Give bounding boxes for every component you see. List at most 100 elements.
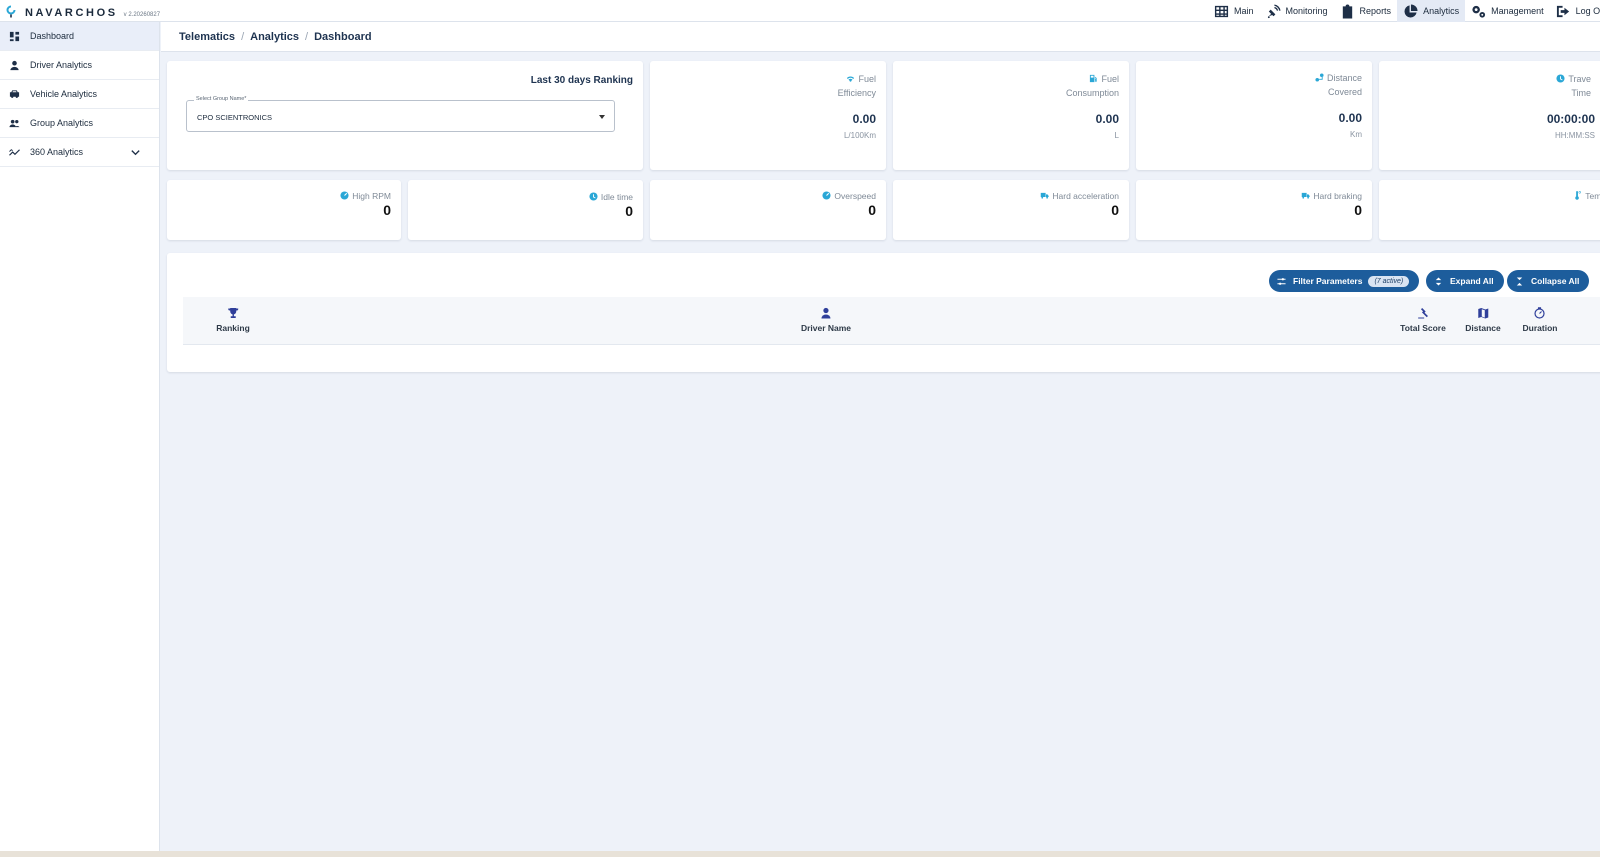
expand-all-button[interactable]: Expand All bbox=[1426, 270, 1504, 292]
metric-title-line2: Consumption bbox=[1065, 88, 1119, 98]
nav-analytics[interactable]: Analytics bbox=[1397, 0, 1466, 22]
breadcrumb: Telematics / Analytics / Dashboard bbox=[161, 22, 1600, 52]
column-total-score[interactable]: Total Score bbox=[1400, 307, 1446, 333]
truck-icon bbox=[1302, 192, 1310, 199]
breadcrumb-analytics[interactable]: Analytics bbox=[250, 31, 299, 43]
sidebar-item-driver-analytics[interactable]: Driver Analytics bbox=[0, 51, 159, 80]
nav-reports[interactable]: Reports bbox=[1334, 0, 1398, 22]
collapse-all-button[interactable]: Collapse All bbox=[1507, 270, 1590, 292]
nav-main[interactable]: Main bbox=[1208, 0, 1260, 22]
sidebar-item-group-analytics[interactable]: Group Analytics bbox=[0, 109, 159, 138]
table-header: Ranking Driver Name Total Score Distance… bbox=[183, 297, 1600, 345]
event-value: 0 bbox=[1111, 202, 1119, 218]
column-label: Ranking bbox=[216, 323, 250, 333]
sidebar-item-label: Group Analytics bbox=[30, 118, 94, 128]
nav-monitoring[interactable]: Monitoring bbox=[1260, 0, 1334, 22]
column-duration[interactable]: Duration bbox=[1522, 307, 1558, 333]
column-driver-name[interactable]: Driver Name bbox=[801, 307, 851, 333]
column-distance[interactable]: Distance bbox=[1465, 307, 1501, 333]
column-label: Distance bbox=[1465, 323, 1501, 333]
metric-card-distance-covered: Distance Covered 0.00 Km bbox=[1136, 61, 1372, 170]
event-label: Hard acceleration bbox=[1052, 191, 1119, 201]
column-label: Total Score bbox=[1400, 323, 1446, 333]
driver-ranking-table-card: Filter Parameters (7 active) Expand All … bbox=[167, 253, 1600, 372]
wifi-icon bbox=[847, 76, 855, 82]
app-name: NAVARCHOS bbox=[25, 7, 118, 19]
event-card-hard-acceleration: Hard acceleration 0 bbox=[893, 180, 1129, 240]
thermometer-icon bbox=[1575, 191, 1582, 200]
satellite-icon bbox=[1267, 3, 1281, 18]
person-icon bbox=[10, 60, 19, 70]
column-ranking[interactable]: Ranking bbox=[216, 307, 250, 333]
sidebar-item-label: Vehicle Analytics bbox=[30, 89, 98, 99]
stopwatch-icon bbox=[1534, 307, 1546, 319]
group-icon bbox=[9, 119, 20, 127]
event-card-overspeed: Overspeed 0 bbox=[650, 180, 886, 240]
sidebar-item-vehicle-analytics[interactable]: Vehicle Analytics bbox=[0, 80, 159, 109]
nav-reports-label: Reports bbox=[1359, 6, 1392, 16]
group-name-select-value: CPO SCIENTRONICS bbox=[197, 113, 273, 122]
event-value: 0 bbox=[1354, 202, 1362, 218]
event-card-temperature: Temperature 0 bbox=[1379, 180, 1600, 240]
caret-down-icon bbox=[599, 115, 605, 119]
collapse-all-label: Collapse All bbox=[1531, 276, 1580, 286]
metric-value: 0.00 bbox=[1095, 112, 1119, 126]
metric-header: Fuel Consumption bbox=[1066, 72, 1119, 100]
clock-icon bbox=[1556, 74, 1565, 83]
event-header: Idle time bbox=[589, 192, 633, 202]
fuel-pump-icon bbox=[1090, 74, 1098, 83]
clock-icon bbox=[589, 192, 598, 201]
clipboard-icon bbox=[1342, 3, 1352, 19]
trophy-icon bbox=[228, 308, 238, 318]
gauge-icon bbox=[822, 191, 831, 200]
metric-title-line2: Covered bbox=[1327, 87, 1362, 97]
trend-icon bbox=[9, 148, 20, 156]
brand[interactable]: NAVARCHOS v 2.20260827 bbox=[6, 3, 160, 19]
metric-unit: L bbox=[1114, 131, 1119, 140]
metric-title-line2: Time bbox=[1571, 88, 1591, 98]
breadcrumb-dashboard: Dashboard bbox=[314, 30, 372, 43]
ranking-card: Last 30 days Ranking Select Group Name* … bbox=[167, 61, 643, 170]
event-header: Temperature bbox=[1573, 191, 1600, 201]
filter-parameters-button[interactable]: Filter Parameters (7 active) bbox=[1269, 270, 1420, 292]
dashboard-icon bbox=[9, 31, 20, 41]
breadcrumb-separator: / bbox=[241, 30, 245, 43]
event-value: 0 bbox=[868, 202, 876, 218]
group-name-select[interactable]: Select Group Name* CPO SCIENTRONICS bbox=[186, 96, 615, 132]
metric-value: 00:00:00 bbox=[1546, 112, 1595, 126]
sidebar-item-360-analytics[interactable]: 360 Analytics bbox=[0, 138, 159, 167]
event-card-idle-time: Idle time 0 bbox=[408, 180, 643, 240]
sidebar-item-dashboard[interactable]: Dashboard bbox=[0, 22, 159, 51]
breadcrumb-telematics[interactable]: Telematics bbox=[179, 31, 235, 43]
event-value: 0 bbox=[383, 202, 391, 218]
metric-title-line2: Efficiency bbox=[837, 88, 876, 98]
metric-unit: HH:MM:SS bbox=[1555, 131, 1595, 140]
sidebar-item-label: Dashboard bbox=[30, 31, 75, 41]
top-nav: Main Monitoring Reports Analytics Manage… bbox=[1208, 0, 1600, 22]
column-label: Duration bbox=[1522, 323, 1558, 333]
metric-card-fuel-consumption: Fuel Consumption 0.00 L bbox=[893, 61, 1129, 170]
nav-management[interactable]: Management bbox=[1465, 0, 1550, 22]
nav-monitoring-label: Monitoring bbox=[1285, 6, 1328, 16]
taskbar-strip bbox=[0, 851, 1600, 857]
filter-parameters-label: Filter Parameters bbox=[1293, 276, 1363, 286]
event-label: High RPM bbox=[352, 191, 391, 201]
truck-fast-icon bbox=[1041, 192, 1049, 199]
person-icon bbox=[821, 307, 831, 319]
chevron-down-icon[interactable] bbox=[130, 147, 141, 158]
route-icon bbox=[1315, 73, 1324, 82]
expand-all-label: Expand All bbox=[1450, 276, 1494, 286]
gauge-icon bbox=[340, 191, 349, 200]
event-label: Idle time bbox=[600, 192, 633, 202]
event-header: High RPM bbox=[340, 191, 391, 201]
event-card-high-rpm: High RPM 0 bbox=[167, 180, 401, 240]
ranking-title: Last 30 days Ranking bbox=[530, 75, 633, 86]
filter-active-badge: (7 active) bbox=[1368, 275, 1410, 287]
nav-logout[interactable]: Log O bbox=[1550, 0, 1600, 22]
metric-header: Distance Covered bbox=[1315, 71, 1362, 99]
nav-main-label: Main bbox=[1234, 6, 1254, 16]
metric-title-line1: Fuel bbox=[858, 74, 876, 84]
metric-value: 0.00 bbox=[852, 112, 876, 126]
metric-header: Trave Time bbox=[1556, 72, 1591, 100]
logout-icon bbox=[1556, 5, 1569, 17]
